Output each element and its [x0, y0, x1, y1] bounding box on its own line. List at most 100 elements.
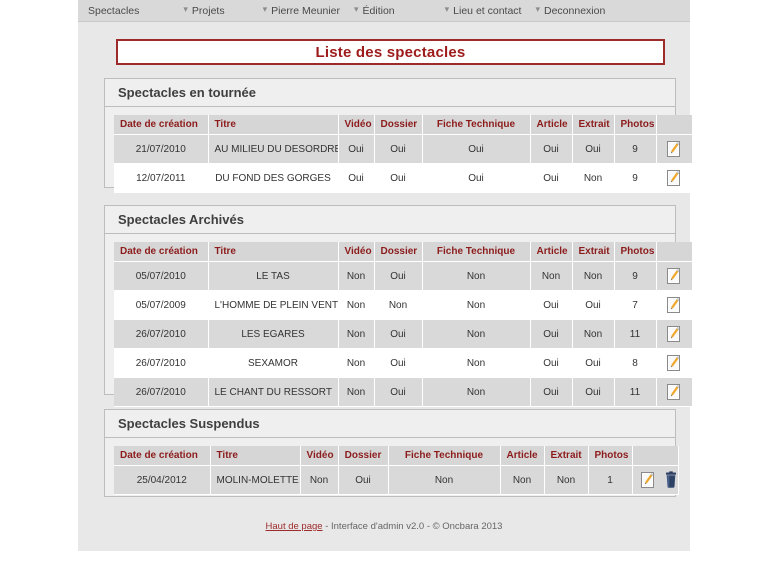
cell-article: Non — [530, 261, 573, 291]
cell-extrait: Oui — [572, 134, 615, 164]
trash-icon[interactable] — [659, 471, 677, 489]
nav-item-pierre-meunier[interactable]: Pierre Meunier — [269, 5, 342, 17]
cell-date: 26/07/2010 — [114, 319, 209, 349]
column-header-extrait[interactable]: Extrait — [572, 115, 615, 135]
cell-extrait: Non — [572, 261, 615, 291]
column-header-extrait[interactable]: Extrait — [544, 446, 589, 466]
chevron-down-icon[interactable]: ▾ — [535, 5, 540, 14]
cell-titre: SEXAMOR — [208, 348, 339, 378]
edit-pencil-icon[interactable] — [665, 267, 683, 285]
cell-dossier: Oui — [374, 163, 423, 193]
cell-video: Non — [338, 377, 375, 407]
edit-pencil-icon[interactable] — [665, 169, 683, 187]
cell-titre: MOLIN-MOLETTE — [210, 465, 301, 495]
cell-fiche-technique: Non — [422, 377, 531, 407]
edit-pencil-icon[interactable] — [665, 325, 683, 343]
cell-photos: 11 — [614, 377, 657, 407]
table-row[interactable]: 26/07/2010 LES EGARES Non Oui Non Oui No… — [114, 319, 693, 349]
table-header-row: Date de création Titre Vidéo Dossier Fic… — [114, 446, 679, 466]
nav-item-edition[interactable]: Édition — [361, 5, 397, 17]
column-header-photos[interactable]: Photos — [588, 446, 633, 466]
edit-pencil-icon[interactable] — [665, 354, 683, 372]
table-row[interactable]: 05/07/2010 LE TAS Non Oui Non Non Non 9 — [114, 261, 693, 291]
cell-photos: 11 — [614, 319, 657, 349]
cell-video: Non — [338, 348, 375, 378]
column-header-fiche-technique[interactable]: Fiche Technique — [388, 446, 501, 466]
column-header-extrait[interactable]: Extrait — [572, 242, 615, 262]
cell-photos: 7 — [614, 290, 657, 320]
column-header-photos[interactable]: Photos — [614, 242, 657, 262]
column-header-video[interactable]: Vidéo — [338, 242, 375, 262]
chevron-down-icon[interactable]: ▾ — [183, 5, 188, 14]
cell-article: Oui — [530, 348, 573, 378]
column-header-titre[interactable]: Titre — [210, 446, 301, 466]
cell-actions — [656, 261, 693, 291]
cell-dossier: Oui — [374, 377, 423, 407]
cell-video: Non — [338, 261, 375, 291]
cell-titre: DU FOND DES GORGES — [208, 163, 339, 193]
table-row[interactable]: 26/07/2010 LE CHANT DU RESSORT Non Oui N… — [114, 377, 693, 407]
cell-actions — [656, 163, 693, 193]
cell-actions — [656, 290, 693, 320]
cell-photos: 1 — [588, 465, 633, 495]
column-header-date[interactable]: Date de création — [114, 115, 209, 135]
cell-titre: LE CHANT DU RESSORT — [208, 377, 339, 407]
table-row[interactable]: 21/07/2010 AU MILIEU DU DESORDRE Oui Oui… — [114, 134, 693, 164]
cell-extrait: Non — [544, 465, 589, 495]
column-header-article[interactable]: Article — [530, 242, 573, 262]
column-header-actions — [632, 446, 679, 466]
nav-item-deconnexion[interactable]: Deconnexion — [542, 5, 607, 17]
cell-photos: 8 — [614, 348, 657, 378]
section-header: Spectacles Archivés — [105, 206, 675, 234]
cell-actions — [656, 377, 693, 407]
cell-fiche-technique: Non — [422, 290, 531, 320]
cell-extrait: Non — [572, 319, 615, 349]
table-row[interactable]: 12/07/2011 DU FOND DES GORGES Oui Oui Ou… — [114, 163, 693, 193]
section-header: Spectacles Suspendus — [105, 410, 675, 438]
column-header-video[interactable]: Vidéo — [338, 115, 375, 135]
cell-actions — [656, 348, 693, 378]
chevron-down-icon[interactable]: ▾ — [263, 5, 268, 14]
table-header-row: Date de création Titre Vidéo Dossier Fic… — [114, 115, 693, 135]
column-header-photos[interactable]: Photos — [614, 115, 657, 135]
cell-video: Non — [338, 290, 375, 320]
column-header-fiche-technique[interactable]: Fiche Technique — [422, 242, 531, 262]
column-header-article[interactable]: Article — [500, 446, 545, 466]
column-header-dossier[interactable]: Dossier — [338, 446, 389, 466]
column-header-video[interactable]: Vidéo — [300, 446, 339, 466]
table-row[interactable]: 26/07/2010 SEXAMOR Non Oui Non Oui Oui 8 — [114, 348, 693, 378]
cell-article: Oui — [530, 163, 573, 193]
edit-pencil-icon[interactable] — [665, 140, 683, 158]
chevron-down-icon[interactable]: ▾ — [445, 5, 450, 14]
cell-dossier: Non — [374, 290, 423, 320]
column-header-date[interactable]: Date de création — [114, 242, 209, 262]
haut-de-page-link[interactable]: Haut de page — [266, 521, 323, 532]
cell-titre: LE TAS — [208, 261, 339, 291]
section-spectacles-en-tournee: Spectacles en tournée Date de création T… — [104, 78, 693, 193]
table-row[interactable]: 05/07/2009 L'HOMME DE PLEIN VENT Non Non… — [114, 290, 693, 320]
column-header-titre[interactable]: Titre — [208, 115, 339, 135]
nav-item-spectacles[interactable]: Spectacles — [86, 5, 141, 17]
column-header-article[interactable]: Article — [530, 115, 573, 135]
main-navigation: Spectacles ▾ Projets ▾ Pierre Meunier ▾ … — [78, 0, 690, 22]
nav-item-projets[interactable]: Projets — [190, 5, 227, 17]
column-header-dossier[interactable]: Dossier — [374, 115, 423, 135]
cell-fiche-technique: Oui — [422, 134, 531, 164]
edit-pencil-icon[interactable] — [665, 296, 683, 314]
edit-pencil-icon[interactable] — [639, 471, 657, 489]
nav-item-lieu-et-contact[interactable]: Lieu et contact — [451, 5, 523, 17]
section-body: Date de création Titre Vidéo Dossier Fic… — [105, 438, 679, 504]
edit-pencil-icon[interactable] — [665, 383, 683, 401]
table-row[interactable]: 25/04/2012 MOLIN-MOLETTE Non Oui Non Non… — [114, 465, 679, 495]
column-header-dossier[interactable]: Dossier — [374, 242, 423, 262]
section-title: Spectacles Archivés — [118, 212, 244, 227]
column-header-date[interactable]: Date de création — [114, 446, 211, 466]
cell-date: 12/07/2011 — [114, 163, 209, 193]
table-header-row: Date de création Titre Vidéo Dossier Fic… — [114, 242, 693, 262]
cell-titre: LES EGARES — [208, 319, 339, 349]
chevron-down-icon[interactable]: ▾ — [354, 5, 359, 14]
section-header: Spectacles en tournée — [105, 79, 675, 107]
cell-extrait: Oui — [572, 290, 615, 320]
column-header-fiche-technique[interactable]: Fiche Technique — [422, 115, 531, 135]
column-header-titre[interactable]: Titre — [208, 242, 339, 262]
